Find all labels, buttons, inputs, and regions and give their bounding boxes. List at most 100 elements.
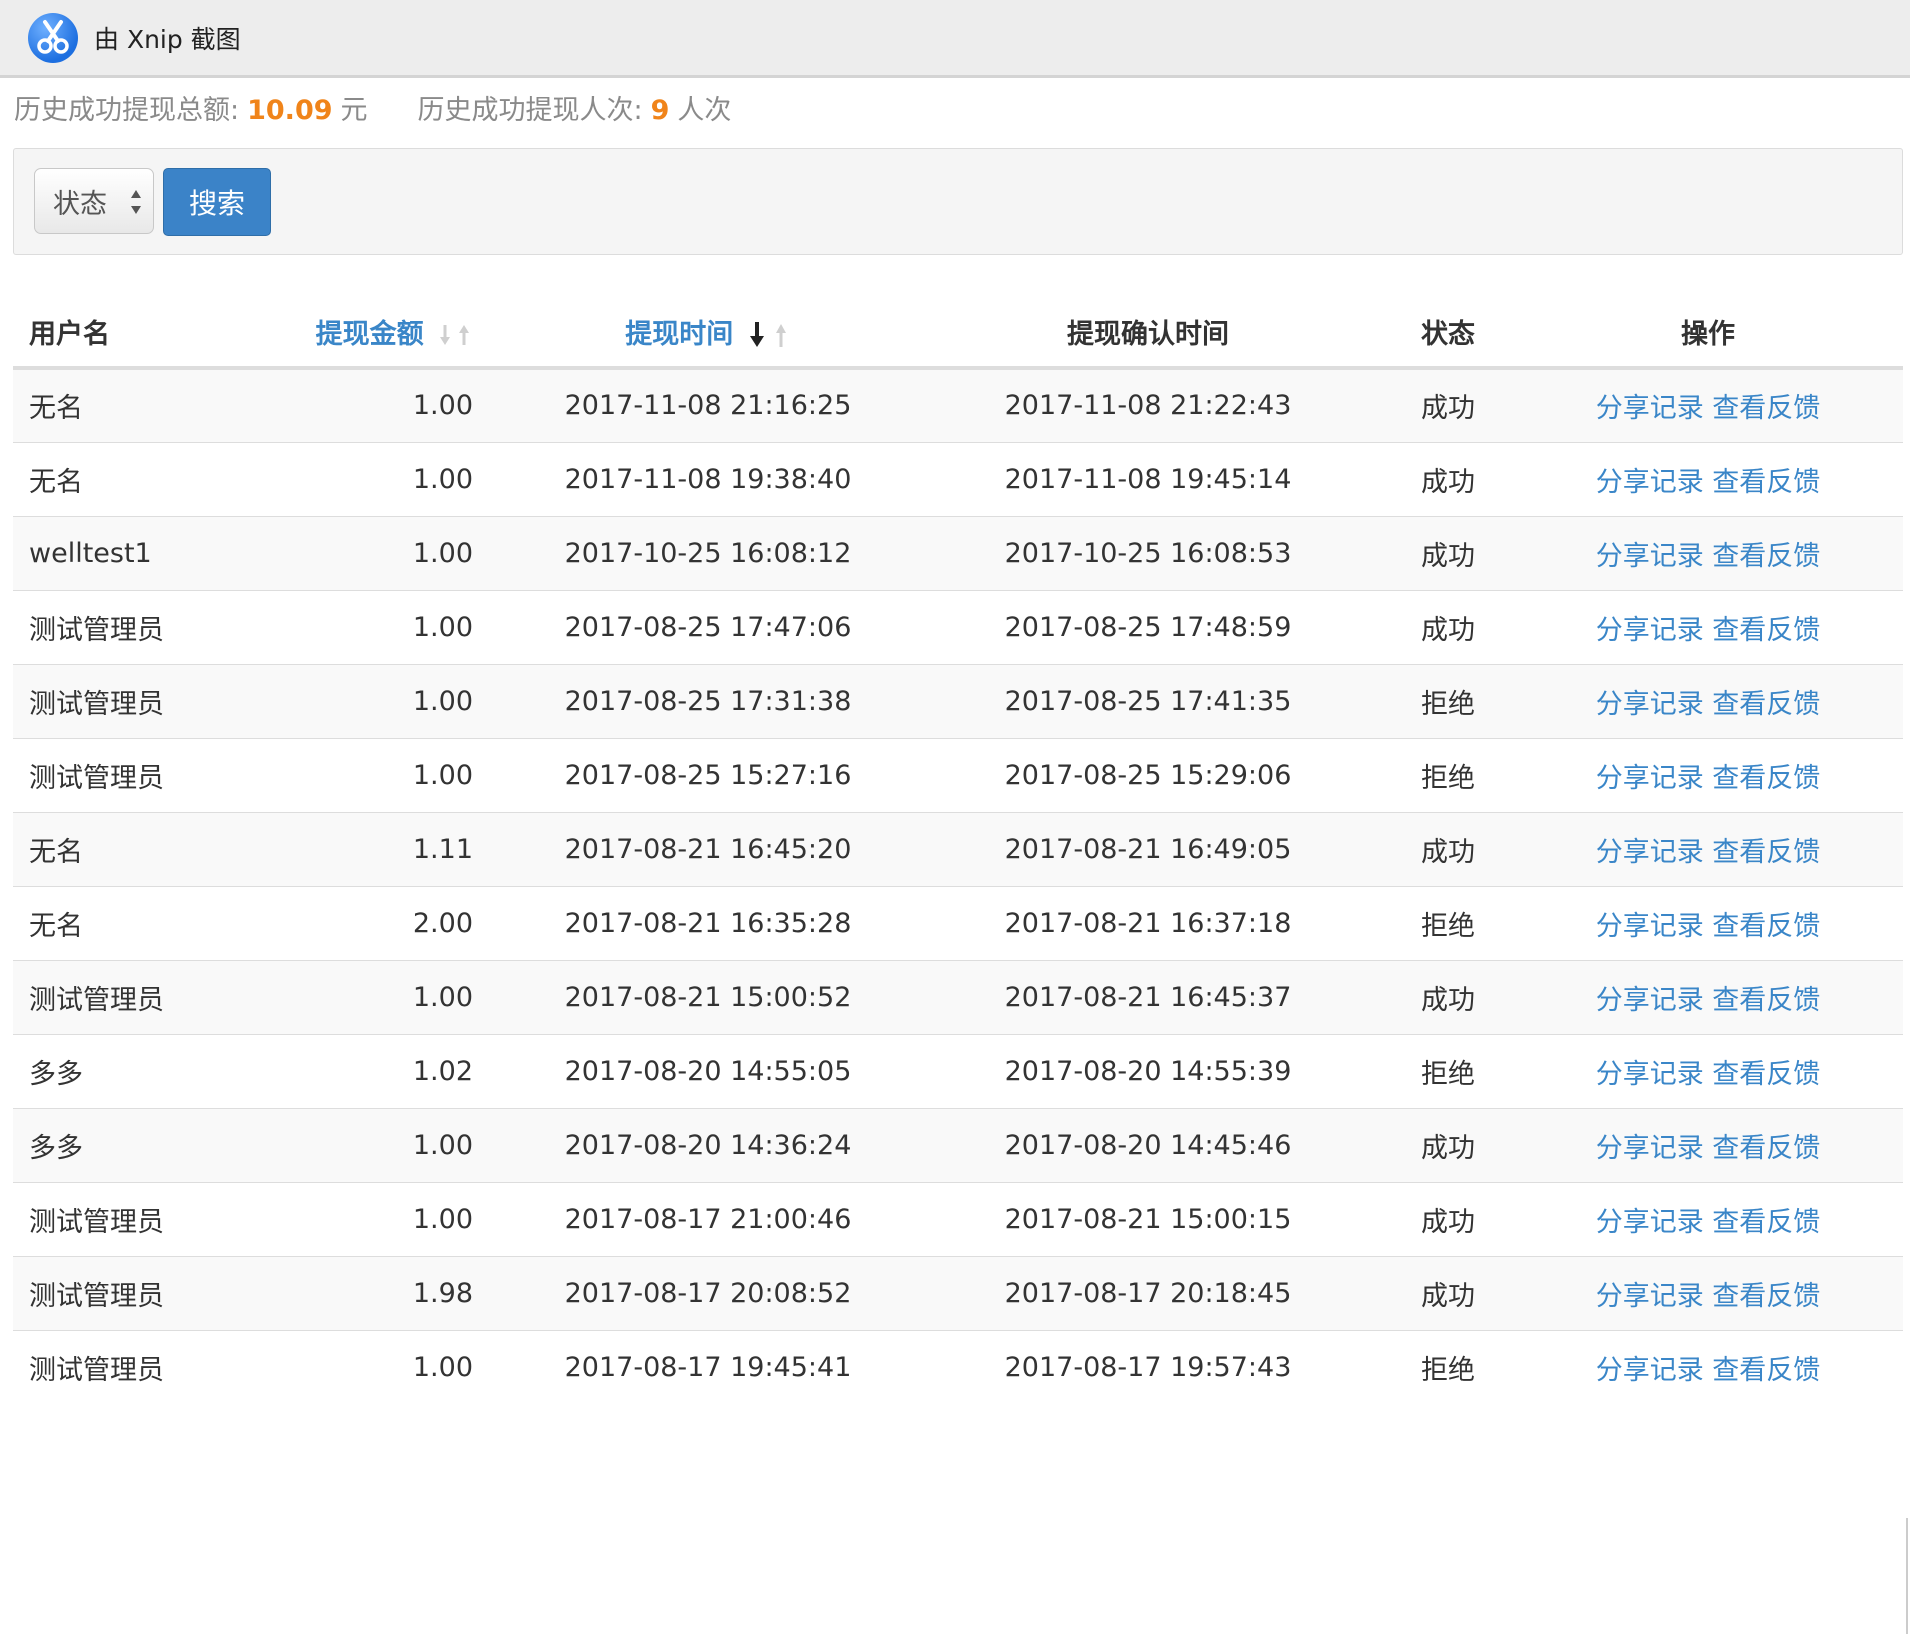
view-feedback-link[interactable]: 查看反馈 xyxy=(1712,1059,1820,1090)
cell-amount: 1.00 xyxy=(233,441,503,516)
cell-time: 2017-08-17 20:08:52 xyxy=(503,1255,913,1330)
share-record-link[interactable]: 分享记录 xyxy=(1596,393,1704,424)
capture-title: 由 Xnip 截图 xyxy=(94,24,241,54)
view-feedback-link[interactable]: 查看反馈 xyxy=(1712,1133,1820,1164)
cell-amount: 1.00 xyxy=(233,1107,503,1182)
share-record-link[interactable]: 分享记录 xyxy=(1596,763,1704,794)
cell-user: 测试管理员 xyxy=(13,1329,233,1404)
header-confirm-time: 提现确认时间 xyxy=(913,296,1383,370)
header-time[interactable]: 提现时间 xyxy=(503,296,913,370)
window-edge xyxy=(1906,1518,1908,1634)
sort-arrows-icon[interactable] xyxy=(437,322,473,348)
cell-confirm-time: 2017-08-20 14:45:46 xyxy=(913,1107,1383,1182)
cell-confirm-time: 2017-08-17 19:57:43 xyxy=(913,1329,1383,1404)
table-row: 多多 1.00 2017-08-20 14:36:24 2017-08-20 14:4… xyxy=(13,1107,1903,1182)
share-record-link[interactable]: 分享记录 xyxy=(1596,1059,1704,1090)
cell-confirm-time: 2017-08-17 20:18:45 xyxy=(913,1255,1383,1330)
status-badge: 拒绝 xyxy=(1383,1033,1513,1108)
cell-time: 2017-11-08 21:16:25 xyxy=(503,367,913,442)
share-record-link[interactable]: 分享记录 xyxy=(1596,541,1704,572)
search-button[interactable]: 搜索 xyxy=(163,168,271,236)
cell-user: 多多 xyxy=(13,1033,233,1108)
header-amount-label: 提现金额 xyxy=(315,318,424,350)
view-feedback-link[interactable]: 查看反馈 xyxy=(1712,1207,1820,1238)
share-record-link[interactable]: 分享记录 xyxy=(1596,985,1704,1016)
cell-time: 2017-08-20 14:55:05 xyxy=(503,1033,913,1108)
table-row: 测试管理员 1.00 2017-08-25 15:27:16 2017-08-25 1… xyxy=(13,737,1903,812)
status-select-value: 状态 xyxy=(53,188,107,220)
status-badge: 成功 xyxy=(1383,959,1513,1034)
cell-time: 2017-08-20 14:36:24 xyxy=(503,1107,913,1182)
cell-ops: 分享记录 查看反馈 xyxy=(1513,441,1903,516)
view-feedback-link[interactable]: 查看反馈 xyxy=(1712,541,1820,572)
cell-time: 2017-08-25 17:31:38 xyxy=(503,663,913,738)
cell-ops: 分享记录 查看反馈 xyxy=(1513,1255,1903,1330)
cell-confirm-time: 2017-08-21 16:37:18 xyxy=(913,885,1383,960)
view-feedback-link[interactable]: 查看反馈 xyxy=(1712,837,1820,868)
cell-amount: 1.00 xyxy=(233,959,503,1034)
cell-ops: 分享记录 查看反馈 xyxy=(1513,1033,1903,1108)
view-feedback-link[interactable]: 查看反馈 xyxy=(1712,985,1820,1016)
view-feedback-link[interactable]: 查看反馈 xyxy=(1712,467,1820,498)
cell-confirm-time: 2017-11-08 21:22:43 xyxy=(913,367,1383,442)
status-badge: 成功 xyxy=(1383,1255,1513,1330)
cell-amount: 1.11 xyxy=(233,811,503,886)
cell-amount: 1.00 xyxy=(233,1181,503,1256)
count-unit: 人次 xyxy=(677,95,732,126)
cell-amount: 1.98 xyxy=(233,1255,503,1330)
cell-confirm-time: 2017-08-21 15:00:15 xyxy=(913,1181,1383,1256)
share-record-link[interactable]: 分享记录 xyxy=(1596,467,1704,498)
status-badge: 拒绝 xyxy=(1383,737,1513,812)
share-record-link[interactable]: 分享记录 xyxy=(1596,837,1704,868)
cell-amount: 1.00 xyxy=(233,589,503,664)
cell-confirm-time: 2017-08-21 16:45:37 xyxy=(913,959,1383,1034)
withdraw-records-table: 用户名 提现金额 提现时间 提现确认时间 状态 操作 无名 1.00 2017-… xyxy=(13,296,1903,1404)
share-record-link[interactable]: 分享记录 xyxy=(1596,1355,1704,1386)
cell-confirm-time: 2017-10-25 16:08:53 xyxy=(913,515,1383,590)
header-time-label: 提现时间 xyxy=(625,318,734,350)
header-ops: 操作 xyxy=(1513,296,1903,370)
status-badge: 拒绝 xyxy=(1383,663,1513,738)
header-user: 用户名 xyxy=(13,296,233,370)
cell-time: 2017-11-08 19:38:40 xyxy=(503,441,913,516)
header-amount[interactable]: 提现金额 xyxy=(233,296,503,370)
view-feedback-link[interactable]: 查看反馈 xyxy=(1712,1355,1820,1386)
view-feedback-link[interactable]: 查看反馈 xyxy=(1712,763,1820,794)
cell-user: welltest1 xyxy=(13,515,233,590)
cell-confirm-time: 2017-11-08 19:45:14 xyxy=(913,441,1383,516)
share-record-link[interactable]: 分享记录 xyxy=(1596,689,1704,720)
cell-ops: 分享记录 查看反馈 xyxy=(1513,515,1903,590)
sort-desc-icon[interactable] xyxy=(747,320,791,350)
status-badge: 拒绝 xyxy=(1383,885,1513,960)
view-feedback-link[interactable]: 查看反馈 xyxy=(1712,1281,1820,1312)
cell-ops: 分享记录 查看反馈 xyxy=(1513,663,1903,738)
share-record-link[interactable]: 分享记录 xyxy=(1596,615,1704,646)
cell-confirm-time: 2017-08-25 15:29:06 xyxy=(913,737,1383,812)
cell-time: 2017-08-25 17:47:06 xyxy=(503,589,913,664)
view-feedback-link[interactable]: 查看反馈 xyxy=(1712,689,1820,720)
status-badge: 成功 xyxy=(1383,1107,1513,1182)
share-record-link[interactable]: 分享记录 xyxy=(1596,1207,1704,1238)
table-row: 无名 1.00 2017-11-08 21:16:25 2017-11-08 21:2… xyxy=(13,367,1903,442)
cell-ops: 分享记录 查看反馈 xyxy=(1513,959,1903,1034)
cell-time: 2017-08-17 21:00:46 xyxy=(503,1181,913,1256)
view-feedback-link[interactable]: 查看反馈 xyxy=(1712,911,1820,942)
view-feedback-link[interactable]: 查看反馈 xyxy=(1712,393,1820,424)
share-record-link[interactable]: 分享记录 xyxy=(1596,1133,1704,1164)
status-select[interactable]: 状态 xyxy=(34,168,154,234)
table-row: 测试管理员 1.00 2017-08-25 17:31:38 2017-08-25 1… xyxy=(13,663,1903,738)
share-record-link[interactable]: 分享记录 xyxy=(1596,1281,1704,1312)
status-badge: 成功 xyxy=(1383,367,1513,442)
table-row: 测试管理员 1.00 2017-08-21 15:00:52 2017-08-21 1… xyxy=(13,959,1903,1034)
cell-ops: 分享记录 查看反馈 xyxy=(1513,811,1903,886)
cell-user: 无名 xyxy=(13,811,233,886)
cell-user: 无名 xyxy=(13,441,233,516)
share-record-link[interactable]: 分享记录 xyxy=(1596,911,1704,942)
table-row: 无名 1.11 2017-08-21 16:45:20 2017-08-21 16:4… xyxy=(13,811,1903,886)
cell-time: 2017-08-17 19:45:41 xyxy=(503,1329,913,1404)
view-feedback-link[interactable]: 查看反馈 xyxy=(1712,615,1820,646)
cell-ops: 分享记录 查看反馈 xyxy=(1513,885,1903,960)
cell-ops: 分享记录 查看反馈 xyxy=(1513,367,1903,442)
cell-amount: 1.00 xyxy=(233,663,503,738)
count-label: 历史成功提现人次: xyxy=(417,95,643,126)
